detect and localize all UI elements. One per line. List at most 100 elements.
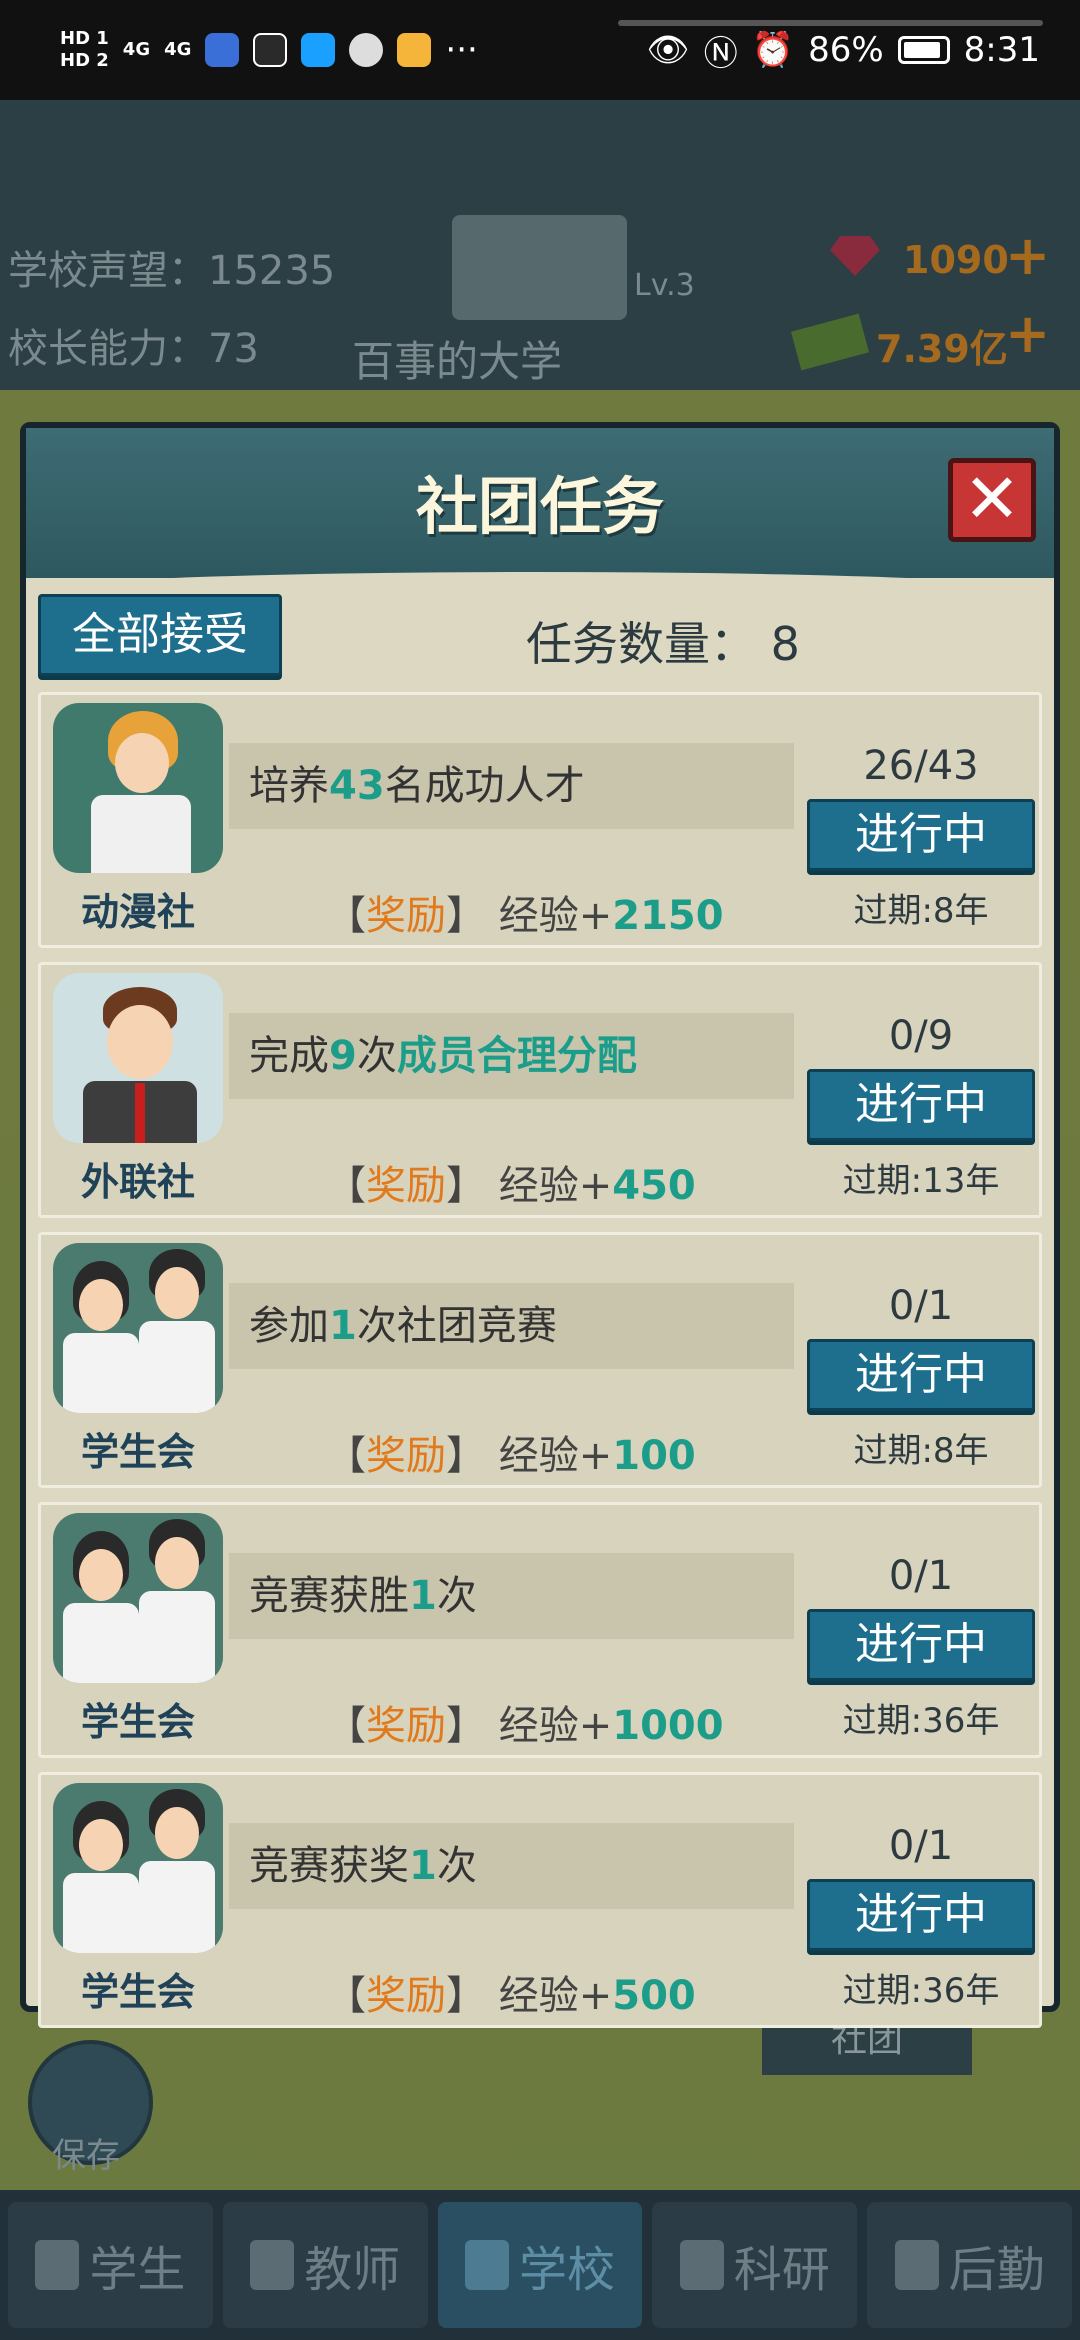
eye-icon: 👁 bbox=[646, 30, 690, 70]
principal-stat: 校长能力：73 bbox=[8, 326, 259, 372]
club-name: 动漫社 bbox=[80, 890, 195, 934]
avatar-body bbox=[139, 1861, 215, 1953]
in-progress-button[interactable]: 进行中 bbox=[807, 1879, 1035, 1951]
in-progress-button[interactable]: 进行中 bbox=[807, 799, 1035, 871]
task-expiry: 过期:36年 bbox=[842, 1971, 1000, 2011]
task-reward: 【奖励】 经验+450 bbox=[326, 1163, 696, 1209]
hd1-indicator: HD 1 bbox=[60, 28, 109, 49]
task-row: 外联社 完成9次成员合理分配 【奖励】 经验+450 0/9 进行中 过期:13… bbox=[38, 962, 1042, 1218]
task-description: 完成9次成员合理分配 bbox=[229, 1013, 794, 1099]
save-label: 保存 bbox=[52, 2136, 120, 2176]
avatar-head bbox=[155, 1807, 199, 1859]
nav-research[interactable]: 科研 bbox=[652, 2202, 858, 2328]
nav-students[interactable]: 学生 bbox=[8, 2202, 213, 2328]
school-name: 百事的大学 bbox=[352, 337, 563, 386]
alarm-icon: ⏰ bbox=[751, 30, 795, 70]
nav-school[interactable]: 学校 bbox=[437, 2202, 643, 2328]
close-button[interactable]: ✕ bbox=[948, 458, 1036, 542]
gesture-bar bbox=[618, 20, 1043, 26]
task-expiry: 过期:8年 bbox=[853, 1431, 989, 1471]
add-money-button[interactable]: + bbox=[1005, 302, 1050, 365]
in-progress-button[interactable]: 进行中 bbox=[807, 1339, 1035, 1411]
bird-app-icon bbox=[349, 33, 384, 67]
club-avatar bbox=[53, 1243, 223, 1413]
task-expiry: 过期:36年 bbox=[842, 1701, 1000, 1741]
dialog-title: 社团任务 bbox=[415, 470, 664, 543]
task-row: 学生会 竞赛获奖1次 【奖励】 经验+500 0/1 进行中 过期:36年 bbox=[38, 1772, 1042, 2028]
more-notifications-icon: ··· bbox=[445, 30, 478, 70]
avatar-body bbox=[63, 1873, 139, 1953]
school-building-icon bbox=[452, 215, 627, 320]
task-reward: 【奖励】 经验+2150 bbox=[326, 893, 724, 939]
student-icon bbox=[35, 2240, 80, 2290]
search-app-icon bbox=[301, 33, 336, 67]
task-progress: 0/1 bbox=[888, 1553, 954, 1599]
avatar-head bbox=[79, 1279, 123, 1331]
add-gems-button[interactable]: + bbox=[1005, 224, 1050, 287]
avatar-head bbox=[79, 1819, 123, 1871]
gem-count: 1090 bbox=[903, 238, 1009, 282]
avatar-body bbox=[139, 1321, 215, 1413]
task-list: 动漫社 培养43名成功人才 【奖励】 经验+2150 26/43 进行中 过期:… bbox=[38, 692, 1042, 2042]
notes-app-icon bbox=[397, 33, 432, 67]
school-level: Lv.3 bbox=[634, 268, 695, 303]
avatar-head bbox=[107, 1005, 173, 1079]
clock: 8:31 bbox=[963, 30, 1040, 70]
avatar-body bbox=[63, 1603, 139, 1683]
task-reward: 【奖励】 经验+500 bbox=[326, 1973, 696, 2019]
signal-icon: 4G bbox=[164, 39, 192, 60]
task-count: 任务数量： 8 bbox=[526, 617, 800, 671]
reputation-stat: 学校声望：15235 bbox=[8, 248, 336, 294]
task-reward: 【奖励】 经验+100 bbox=[326, 1433, 696, 1479]
club-name: 学生会 bbox=[80, 1700, 195, 1744]
nav-label: 后勤 bbox=[948, 2242, 1045, 2298]
avatar-body bbox=[63, 1333, 139, 1413]
nav-label: 学校 bbox=[518, 2242, 615, 2298]
in-progress-button[interactable]: 进行中 bbox=[807, 1609, 1035, 1681]
club-avatar bbox=[53, 703, 223, 873]
nfc-icon: Ⓝ bbox=[703, 33, 738, 74]
task-description: 参加1次社团竞赛 bbox=[229, 1283, 794, 1369]
avatar-body bbox=[139, 1591, 215, 1683]
club-avatar bbox=[53, 973, 223, 1143]
task-expiry: 过期:8年 bbox=[853, 891, 989, 931]
clipboard-icon bbox=[894, 2240, 939, 2290]
task-description: 竞赛获胜1次 bbox=[229, 1553, 794, 1639]
signal-icon: 4G bbox=[122, 39, 151, 60]
music-app-icon bbox=[205, 33, 240, 67]
task-progress: 26/43 bbox=[863, 743, 979, 789]
nav-teachers[interactable]: 教师 bbox=[222, 2202, 428, 2328]
club-avatar bbox=[53, 1513, 223, 1683]
avatar-body bbox=[91, 795, 191, 873]
task-row: 学生会 参加1次社团竞赛 【奖励】 经验+100 0/1 进行中 过期:8年 bbox=[38, 1232, 1042, 1488]
flask-icon bbox=[679, 2240, 724, 2290]
teacher-icon bbox=[250, 2240, 295, 2290]
nav-logistics[interactable]: 后勤 bbox=[867, 2202, 1072, 2328]
school-icon bbox=[464, 2240, 509, 2290]
task-reward: 【奖励】 经验+1000 bbox=[326, 1703, 724, 1749]
money-count: 7.39亿 bbox=[876, 327, 1008, 371]
accept-all-button[interactable]: 全部接受 bbox=[38, 594, 282, 676]
avatar-tie bbox=[135, 1083, 145, 1143]
avatar-head bbox=[115, 733, 169, 793]
avatar-head bbox=[79, 1549, 123, 1601]
nav-label: 学生 bbox=[89, 2242, 186, 2298]
in-progress-button[interactable]: 进行中 bbox=[807, 1069, 1035, 1141]
task-progress: 0/9 bbox=[888, 1013, 954, 1059]
nav-label: 科研 bbox=[733, 2242, 830, 2298]
status-bar: HD 1 HD 2 4G 4G ··· 👁 Ⓝ ⏰ 86% 8:31 bbox=[0, 0, 1080, 100]
club-tasks-dialog: 社团任务 ✕ 全部接受 任务数量： 8 动漫社 培养43名成功人才 【奖励】 经… bbox=[20, 422, 1060, 2028]
wechat-icon bbox=[253, 33, 288, 67]
club-name: 学生会 bbox=[80, 1430, 195, 1474]
bottom-nav: 学生 教师 学校 科研 后勤 bbox=[0, 2190, 1080, 2340]
task-row: 动漫社 培养43名成功人才 【奖励】 经验+2150 26/43 进行中 过期:… bbox=[38, 692, 1042, 948]
hd2-indicator: HD 2 bbox=[60, 50, 109, 71]
battery-percent: 86% bbox=[808, 30, 884, 70]
avatar-head bbox=[155, 1267, 199, 1319]
club-name: 学生会 bbox=[80, 1970, 195, 2014]
task-expiry: 过期:13年 bbox=[842, 1161, 1000, 1201]
club-name: 外联社 bbox=[80, 1160, 195, 1204]
task-row: 学生会 竞赛获胜1次 【奖励】 经验+1000 0/1 进行中 过期:36年 bbox=[38, 1502, 1042, 1758]
task-description: 培养43名成功人才 bbox=[229, 743, 794, 829]
avatar-head bbox=[155, 1537, 199, 1589]
